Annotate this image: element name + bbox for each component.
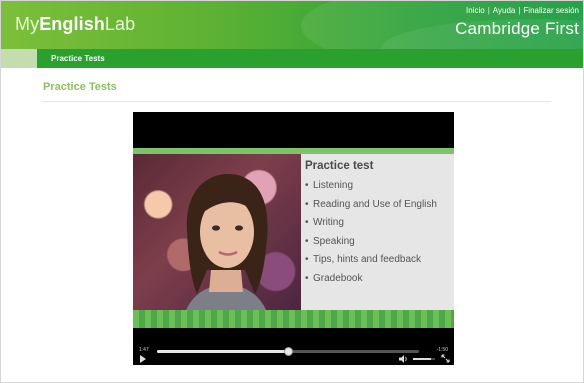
volume-level (413, 358, 431, 360)
fullscreen-icon[interactable] (441, 354, 450, 363)
slide-item: • Reading and Use of English (305, 198, 437, 210)
slide-item: • Gradebook (305, 272, 363, 284)
time-remaining: -1:50 (436, 347, 448, 353)
app-logo[interactable]: MyEnglishLab (15, 14, 135, 35)
link-home[interactable]: Inicio (466, 6, 485, 15)
page-title: Practice Tests (43, 81, 117, 93)
video-player[interactable]: Practice test • Listening • Reading and Us… (133, 112, 454, 365)
logo-text-lab: Lab (104, 14, 136, 34)
presenter-image (181, 174, 271, 328)
time-elapsed: 1:47 (139, 347, 149, 353)
seek-progress (157, 350, 288, 353)
volume-icon[interactable] (399, 355, 409, 363)
link-help[interactable]: Ayuda (493, 6, 516, 15)
product-name: Cambridge First (455, 19, 579, 38)
slide-item: • Tips, hints and feedback (305, 254, 422, 265)
link-separator: | (518, 6, 521, 15)
slide-item: • Speaking (305, 235, 355, 247)
page-frame: MyEnglishLab Inicio | Ayuda | Finalizar sesi… (0, 0, 584, 383)
logo-text-english: English (39, 14, 105, 34)
top-links: Inicio | Ayuda | Finalizar sesión (466, 6, 579, 15)
link-separator: | (487, 6, 490, 15)
slide-bottom-band (133, 310, 454, 328)
nav-bar: Practice Tests (1, 49, 583, 68)
volume-slider[interactable] (413, 358, 435, 360)
video-controls: 1:47 -1:50 (133, 328, 454, 365)
seek-handle[interactable] (283, 347, 293, 356)
tab-practice-tests[interactable]: Practice Tests (37, 49, 583, 68)
nav-spacer (1, 49, 37, 68)
seek-bar[interactable] (157, 347, 419, 356)
logo-text-my: My (15, 14, 40, 34)
header: MyEnglishLab Inicio | Ayuda | Finalizar sesi… (1, 1, 583, 49)
slide-item: • Writing (305, 217, 344, 228)
title-divider (43, 101, 551, 102)
link-logout[interactable]: Finalizar sesión (523, 6, 579, 15)
video-frame[interactable]: Practice test • Listening • Reading and Us… (133, 148, 454, 328)
play-icon[interactable] (140, 355, 146, 363)
slide-item: • Listening (305, 180, 354, 191)
slide-title: Practice test (305, 160, 374, 172)
slide-content: Practice test • Listening • Reading and Us… (305, 156, 454, 306)
